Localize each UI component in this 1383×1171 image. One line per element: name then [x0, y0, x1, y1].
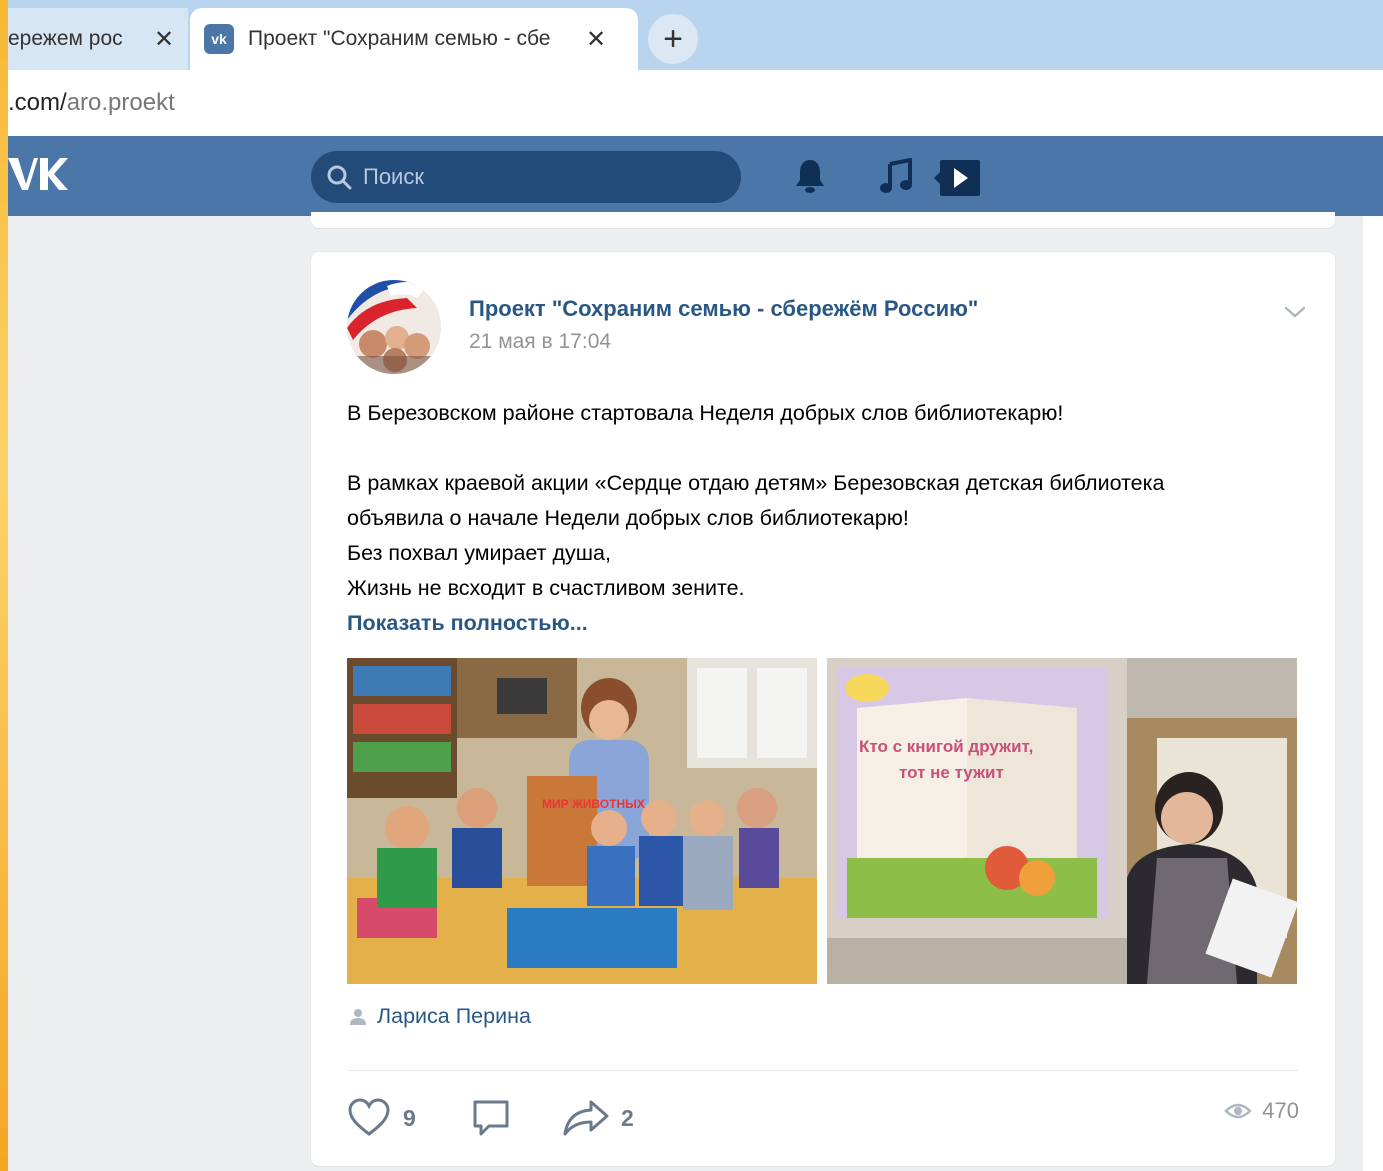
address-bar[interactable]: .com/ aro.proekt — [8, 70, 1383, 136]
new-tab-button[interactable]: + — [648, 14, 698, 64]
views-counter: 470 — [1224, 1098, 1299, 1124]
tab-strip: ережем рос ✕ vk Проект "Сохраним семью -… — [8, 0, 1383, 70]
comment-icon — [473, 1100, 509, 1136]
heart-icon — [348, 1098, 390, 1136]
divider — [347, 1070, 1299, 1071]
like-button[interactable]: 9 — [347, 1098, 416, 1138]
post-text-line — [347, 431, 1307, 466]
post-date[interactable]: 21 мая в 17:04 — [469, 330, 611, 354]
vk-favicon-icon: vk — [204, 24, 234, 54]
vk-header — [8, 136, 1383, 216]
signer-name: Лариса Перина — [377, 1004, 531, 1028]
post-author-link[interactable]: Проект "Сохраним семью - сбережём Россию… — [469, 296, 978, 322]
previous-post-edge — [311, 212, 1335, 228]
post-actions: 9 2 470 — [347, 1098, 1299, 1142]
post-text-line: В рамках краевой акции «Сердце отдаю дет… — [347, 471, 1165, 495]
close-icon[interactable]: ✕ — [586, 25, 606, 54]
slide-text-line1: Кто с книгой дружит, — [859, 737, 1033, 756]
bell-icon[interactable] — [794, 158, 826, 194]
music-icon[interactable] — [878, 158, 914, 194]
post-text-line: В Березовском районе стартовала Неделя д… — [347, 401, 1064, 425]
views-count: 470 — [1262, 1098, 1299, 1123]
slide-text-line2: тот не тужит — [899, 763, 1004, 782]
show-more-link[interactable]: Показать полностью... — [347, 606, 1307, 641]
url-domain: .com/ — [8, 89, 67, 116]
post-photo-2[interactable]: Кто с книгой дружит, тот не тужит — [827, 658, 1297, 984]
library-children-photo: МИР ЖИВОТНЫХ — [347, 658, 817, 984]
presentation-photo: Кто с книгой дружит, тот не тужит — [827, 658, 1297, 984]
post-text: В Березовском районе стартовала Неделя д… — [347, 396, 1307, 641]
vk-logo-icon — [8, 158, 68, 190]
wall-post: Проект "Сохраним семью - сбережём Россию… — [311, 252, 1335, 1166]
book-cover-text: МИР ЖИВОТНЫХ — [542, 797, 645, 811]
search-input[interactable] — [363, 164, 723, 190]
right-sidebar — [1363, 216, 1383, 1171]
post-photo-1[interactable]: МИР ЖИВОТНЫХ — [347, 658, 817, 984]
video-icon[interactable] — [934, 158, 982, 198]
browser-window: ережем рос ✕ vk Проект "Сохраним семью -… — [8, 0, 1383, 1171]
vk-logo[interactable] — [8, 154, 68, 204]
close-icon[interactable]: ✕ — [154, 25, 174, 54]
share-icon — [563, 1100, 609, 1136]
tab-title: ережем рос — [8, 27, 123, 50]
chevron-down-icon[interactable] — [1283, 300, 1307, 324]
tab-active[interactable]: vk Проект "Сохраним семью - сбе ✕ — [190, 8, 638, 70]
eye-icon — [1224, 1103, 1253, 1119]
comment-button[interactable] — [471, 1098, 511, 1138]
post-signer[interactable]: Лариса Перина — [347, 1004, 531, 1029]
search-box[interactable] — [311, 151, 741, 203]
tab-title: Проект "Сохраним семью - сбе — [248, 27, 551, 50]
like-count: 9 — [403, 1104, 416, 1131]
url-path: aro.proekt — [66, 89, 175, 116]
post-text-line: Без похвал умирает душа, — [347, 541, 611, 565]
post-text-line: Жизнь не всходит в счастливом зените. — [347, 576, 745, 600]
avatar[interactable] — [347, 280, 441, 374]
user-icon — [350, 1008, 366, 1025]
post-text-line: объявила о начале Недели добрых слов биб… — [347, 506, 909, 530]
share-count: 2 — [621, 1104, 634, 1131]
group-avatar-image — [347, 280, 441, 374]
tab-inactive[interactable]: ережем рос ✕ — [8, 8, 188, 70]
share-button[interactable]: 2 — [563, 1098, 634, 1138]
search-icon — [327, 165, 352, 190]
